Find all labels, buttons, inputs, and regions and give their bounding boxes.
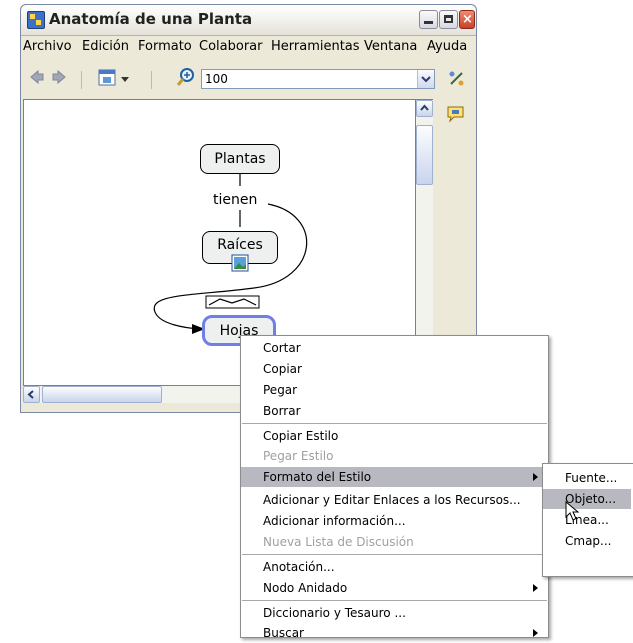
menu-item-adicionar-enlaces[interactable]: Adicionar y Editar Enlaces a los Recurso… xyxy=(241,490,546,510)
menu-item-pegar-estilo[interactable]: Pegar Estilo xyxy=(241,446,546,466)
menu-item-adicionar-informacion[interactable]: Adicionar información... xyxy=(241,511,546,531)
horizontal-scroll-thumb[interactable] xyxy=(42,386,162,403)
linking-phrase[interactable]: tienen xyxy=(213,192,257,208)
menu-item-label: Buscar xyxy=(263,626,304,640)
menu-item-formato-del-estilo[interactable]: Formato del Estilo xyxy=(241,467,546,487)
scroll-up-button[interactable] xyxy=(416,100,433,117)
chevron-up-icon xyxy=(420,104,429,111)
submenu-formato: Fuente... Objeto... Línea... Cmap... xyxy=(542,463,633,577)
discussion-icon[interactable] xyxy=(446,105,466,123)
node-label: Raíces xyxy=(217,237,263,253)
menu-edicion[interactable]: Edición xyxy=(82,39,129,54)
scroll-thumb[interactable] xyxy=(416,125,433,185)
menu-formato[interactable]: Formato xyxy=(138,39,192,54)
chevron-left-icon xyxy=(27,390,34,399)
zoom-dropdown-button[interactable] xyxy=(417,70,434,88)
submenu-item-linea[interactable]: Línea... xyxy=(543,510,631,530)
menu-item-pegar[interactable]: Pegar xyxy=(241,380,546,400)
close-icon[interactable]: × xyxy=(459,10,475,29)
window-title: Anatomía de una Planta xyxy=(49,10,253,28)
menu-ayuda[interactable]: Ayuda xyxy=(427,39,467,54)
forward-arrow-icon[interactable] xyxy=(51,69,67,85)
scroll-left-button[interactable] xyxy=(23,386,40,403)
back-arrow-icon[interactable] xyxy=(29,69,45,85)
menu-colaborar[interactable]: Colaborar xyxy=(199,39,262,54)
context-menu: Cortar Copiar Pegar Borrar Copiar Estilo… xyxy=(240,335,549,640)
menu-item-cortar[interactable]: Cortar xyxy=(241,338,546,358)
submenu-item-objeto[interactable]: Objeto... xyxy=(543,489,631,509)
menu-item-copiar-estilo[interactable]: Copiar Estilo xyxy=(241,426,546,446)
submenu-arrow-icon xyxy=(533,473,538,481)
chevron-down-icon xyxy=(421,76,431,83)
submenu-arrow-icon xyxy=(533,584,538,592)
menu-item-nodo-anidado[interactable]: Nodo Anidado xyxy=(241,578,546,598)
menu-item-label: Nodo Anidado xyxy=(263,581,348,595)
menu-herramientas[interactable]: Herramientas xyxy=(271,39,360,54)
zoom-icon[interactable] xyxy=(176,67,196,87)
menu-separator xyxy=(242,554,547,555)
menu-separator xyxy=(242,423,547,424)
maximize-icon[interactable] xyxy=(439,10,458,29)
menu-ventana[interactable]: Ventana xyxy=(364,39,417,54)
zoom-combobox[interactable]: 100 xyxy=(201,69,435,89)
view-list-icon[interactable] xyxy=(98,68,118,88)
menu-item-diccionario-tesauro[interactable]: Diccionario y Tesauro ... xyxy=(241,603,546,623)
chevron-down-icon[interactable] xyxy=(121,77,130,83)
menu-item-anotacion[interactable]: Anotación... xyxy=(241,557,546,577)
mouse-cursor-icon xyxy=(565,501,580,521)
submenu-item-cmap[interactable]: Cmap... xyxy=(543,531,631,551)
resize-tool-icon[interactable] xyxy=(448,70,466,88)
menu-separator xyxy=(242,600,547,601)
menu-archivo[interactable]: Archivo xyxy=(23,39,72,54)
menu-item-borrar[interactable]: Borrar xyxy=(241,401,546,421)
cmap-app-icon xyxy=(27,11,45,29)
menu-item-label: Formato del Estilo xyxy=(263,470,372,484)
menu-bar: Archivo Edición Formato Colaborar Herram… xyxy=(21,36,476,58)
zoom-value: 100 xyxy=(205,72,228,86)
resource-image-icon[interactable] xyxy=(231,254,249,272)
title-bar[interactable]: Anatomía de una Planta × xyxy=(21,5,476,36)
concept-node-plantas[interactable]: Plantas xyxy=(200,144,280,174)
menu-item-copiar[interactable]: Copiar xyxy=(241,359,546,379)
menu-item-buscar[interactable]: Buscar xyxy=(241,623,546,643)
minimize-icon[interactable] xyxy=(419,10,438,29)
submenu-item-fuente[interactable]: Fuente... xyxy=(543,468,631,488)
menu-item-nueva-lista-discusion[interactable]: Nueva Lista de Discusión xyxy=(241,532,546,552)
